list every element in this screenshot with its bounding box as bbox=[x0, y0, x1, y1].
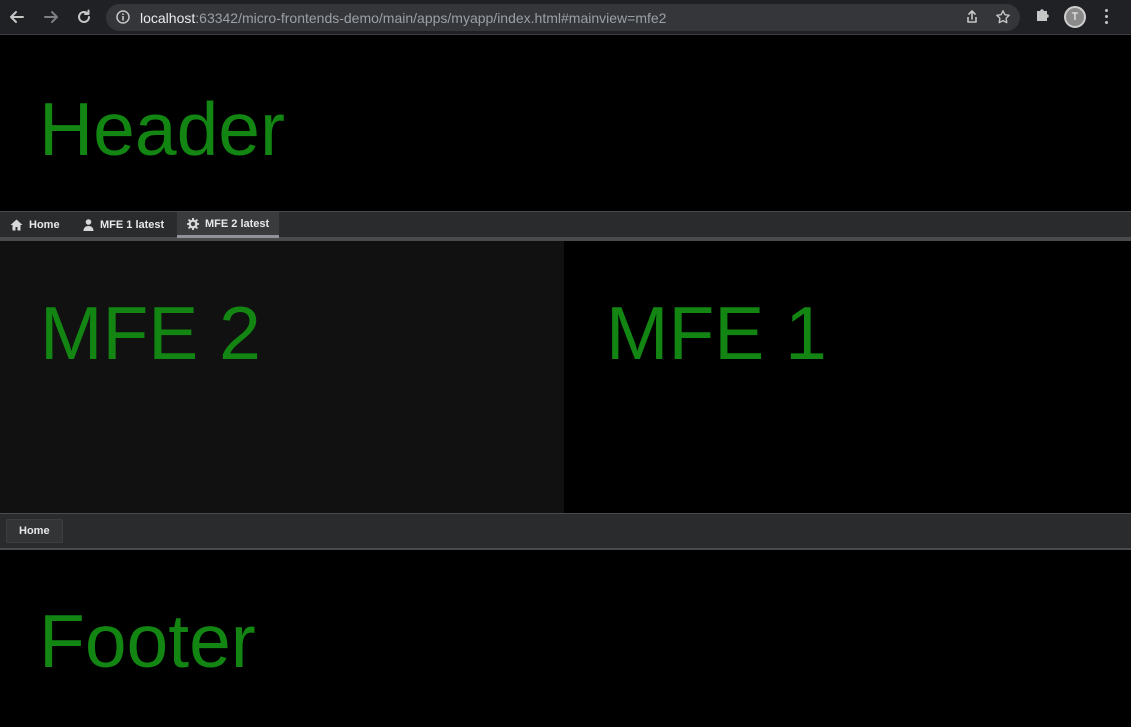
info-icon[interactable] bbox=[116, 10, 130, 29]
main-content: MFE 2 MFE 1 bbox=[0, 241, 1131, 513]
url-host: localhost bbox=[140, 10, 196, 26]
url-text[interactable]: localhost:63342/micro-frontends-demo/mai… bbox=[140, 10, 666, 26]
profile-avatar[interactable]: T bbox=[1064, 6, 1086, 28]
arrow-left-icon bbox=[10, 11, 24, 23]
user-icon bbox=[83, 219, 94, 231]
mfe2-title: MFE 2 bbox=[40, 291, 261, 375]
tab-mfe1[interactable]: MFE 1 latest bbox=[73, 212, 174, 238]
footer-menubar: Home bbox=[0, 513, 1131, 550]
puzzle-icon[interactable] bbox=[1034, 5, 1052, 28]
tab-label: Home bbox=[29, 219, 60, 231]
tab-label: MFE 1 latest bbox=[100, 219, 165, 231]
profile-initial: T bbox=[1071, 11, 1079, 23]
footer-region: Footer bbox=[0, 550, 1131, 727]
forward-button[interactable] bbox=[38, 4, 64, 30]
address-bar[interactable]: localhost:63342/micro-frontends-demo/mai… bbox=[106, 4, 1020, 31]
tab-label: MFE 2 latest bbox=[205, 217, 270, 230]
back-button[interactable] bbox=[4, 4, 30, 30]
home-icon bbox=[10, 219, 23, 231]
mfe1-pane: MFE 1 bbox=[564, 241, 1131, 513]
reload-icon bbox=[78, 9, 90, 23]
header-region: Header bbox=[0, 36, 1131, 211]
arrow-right-icon bbox=[44, 11, 58, 23]
star-icon[interactable] bbox=[995, 9, 1011, 30]
share-icon[interactable] bbox=[964, 9, 980, 30]
browser-toolbar: localhost:63342/micro-frontends-demo/mai… bbox=[0, 0, 1131, 35]
reload-button[interactable] bbox=[71, 4, 97, 30]
tab-mfe2[interactable]: MFE 2 latest bbox=[177, 212, 280, 238]
page: Header Home MFE 1 latest MFE 2 latest MF… bbox=[0, 36, 1131, 727]
tab-home[interactable]: Home bbox=[0, 212, 70, 238]
url-path: :63342/micro-frontends-demo/main/apps/my… bbox=[195, 10, 667, 26]
header-title: Header bbox=[39, 87, 285, 171]
mfe1-title: MFE 1 bbox=[606, 291, 827, 375]
footer-home-button[interactable]: Home bbox=[6, 519, 63, 543]
gear-icon bbox=[187, 217, 199, 230]
footer-title: Footer bbox=[39, 599, 256, 683]
main-menubar: Home MFE 1 latest MFE 2 latest bbox=[0, 211, 1131, 241]
mfe2-pane: MFE 2 bbox=[0, 241, 564, 513]
kebab-menu-icon[interactable] bbox=[1101, 6, 1111, 28]
